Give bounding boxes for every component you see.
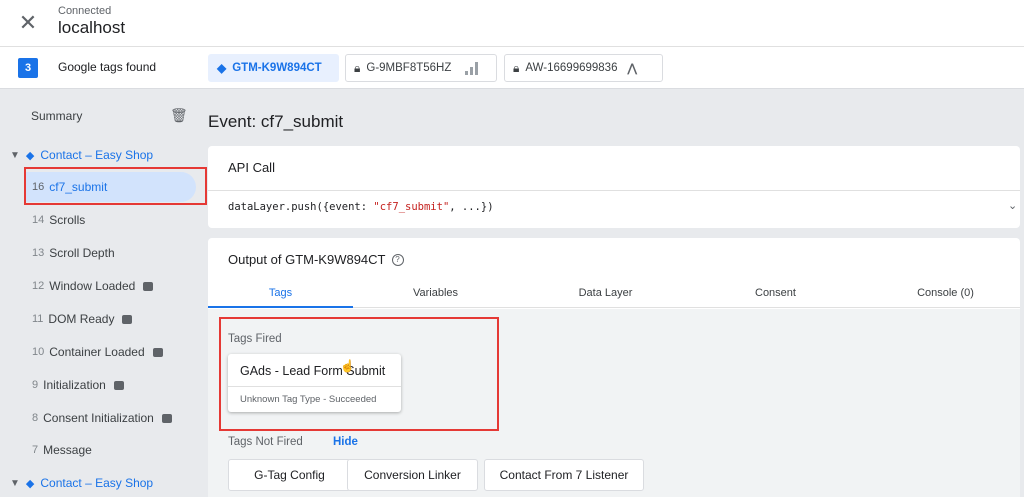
- sidebar-event-window-loaded[interactable]: 12 Window Loaded: [24, 271, 196, 301]
- code-suffix: , ...}): [449, 201, 494, 213]
- sidebar-event-container-loaded[interactable]: 10 Container Loaded: [24, 337, 196, 367]
- chip-label: GTM-K9W894CT: [232, 62, 322, 74]
- group-label: Contact – Easy Shop: [40, 476, 154, 490]
- event-number: 8: [32, 412, 39, 424]
- built-in-event-icon: [152, 347, 163, 357]
- sidebar-summary[interactable]: Summary: [31, 109, 82, 123]
- tags-not-fired-label: Tags Not Fired: [228, 436, 303, 448]
- google-ads-icon: ⋀: [627, 63, 637, 75]
- output-card: Output of GTM-K9W894CT ? Tags Variables …: [208, 238, 1020, 497]
- delete-icon[interactable]: 🗑︎: [170, 107, 188, 124]
- help-icon[interactable]: ?: [391, 253, 404, 266]
- close-icon[interactable]: ✕: [14, 9, 42, 37]
- built-in-event-icon: [122, 314, 133, 324]
- sidebar-event-consent-initialization[interactable]: 8 Consent Initialization: [24, 403, 196, 433]
- code-string: "cf7_submit": [373, 201, 450, 213]
- built-in-event-icon: [161, 413, 172, 423]
- tab-data-layer[interactable]: Data Layer: [553, 287, 658, 299]
- tag-count-badge: 3: [18, 58, 38, 78]
- event-label: Container Loaded: [49, 345, 145, 359]
- tags-fired-label: Tags Fired: [228, 333, 282, 345]
- event-label: Scrolls: [49, 213, 86, 227]
- sidebar: Summary 🗑︎ ▼ ◆ Contact – Easy Shop 16 cf…: [0, 89, 200, 497]
- chevron-down-icon[interactable]: ⌄: [1008, 199, 1017, 212]
- not-fired-tag-cf7-listener[interactable]: Contact From 7 Listener: [484, 459, 644, 491]
- sidebar-event-scrolls[interactable]: 14 Scrolls: [24, 205, 196, 235]
- chip-gtm[interactable]: ◆ GTM-K9W894CT: [208, 54, 339, 82]
- event-label: Consent Initialization: [43, 411, 154, 425]
- sidebar-event-dom-ready[interactable]: 11 DOM Ready: [24, 304, 196, 334]
- chip-ads[interactable]: 🔒︎ AW-16699699836 ⋀: [504, 54, 663, 82]
- sidebar-group-contact-2[interactable]: ▼ ◆ Contact – Easy Shop: [10, 476, 153, 490]
- event-label: Initialization: [43, 378, 106, 392]
- event-label: Window Loaded: [49, 279, 136, 293]
- tab-tags[interactable]: Tags: [208, 287, 353, 299]
- caret-down-icon: ▼: [10, 149, 20, 161]
- connection-status: Connected: [58, 5, 112, 17]
- chip-label: G-9MBF8T56HZ: [366, 62, 452, 74]
- built-in-event-icon: [143, 281, 154, 291]
- sidebar-group-contact[interactable]: ▼ ◆ Contact – Easy Shop: [10, 148, 153, 162]
- hide-link[interactable]: Hide: [333, 436, 358, 448]
- sidebar-event-scroll-depth[interactable]: 13 Scroll Depth: [24, 238, 196, 268]
- chip-label: AW-16699699836: [525, 62, 618, 74]
- gtm-diamond-icon: ◆: [217, 61, 227, 75]
- analytics-bars-icon: [465, 61, 479, 75]
- caret-down-icon: ▼: [10, 477, 20, 489]
- event-label: Message: [43, 443, 92, 457]
- event-number: 16: [32, 181, 45, 193]
- api-call-card: API Call dataLayer.push({event: "cf7_sub…: [208, 146, 1020, 228]
- tag-count-label: Google tags found: [58, 60, 157, 74]
- sidebar-event-message[interactable]: 7 Message: [24, 435, 196, 465]
- event-number: 13: [32, 247, 45, 259]
- api-call-code: dataLayer.push({event: "cf7_submit", ...…: [228, 201, 494, 213]
- not-fired-tag-gtag-config[interactable]: G-Tag Config: [228, 459, 351, 491]
- lock-icon: 🔒︎: [513, 60, 520, 75]
- sidebar-event-initialization[interactable]: 9 Initialization: [24, 370, 196, 400]
- divider: [228, 386, 401, 387]
- sidebar-event-cf7-submit[interactable]: 16 cf7_submit: [24, 172, 196, 202]
- top-bar: ✕ Connected localhost: [0, 0, 1024, 47]
- tab-consent[interactable]: Consent: [723, 287, 828, 299]
- event-label: DOM Ready: [48, 312, 115, 326]
- not-fired-tag-conversion-linker[interactable]: Conversion Linker: [347, 459, 478, 491]
- fired-tag-status: Unknown Tag Type - Succeeded: [240, 394, 377, 405]
- divider: [208, 190, 1020, 191]
- tab-console[interactable]: Console (0): [893, 287, 998, 299]
- page-diamond-icon: ◆: [25, 149, 35, 162]
- built-in-event-icon: [113, 380, 124, 390]
- output-title-text: Output of GTM-K9W894CT: [228, 252, 386, 267]
- fired-tag-name: GAds - Lead Form Submit: [240, 364, 386, 378]
- chip-ga4[interactable]: 🔒︎ G-9MBF8T56HZ: [345, 54, 497, 82]
- code-prefix: dataLayer.push({event:: [228, 201, 374, 213]
- api-call-label: API Call: [228, 160, 275, 175]
- tags-bar: 3 Google tags found ◆ GTM-K9W894CT 🔒︎ G-…: [0, 47, 1024, 89]
- page-diamond-icon: ◆: [25, 477, 35, 490]
- page-title: Event: cf7_submit: [208, 112, 344, 131]
- lock-icon: 🔒︎: [354, 60, 361, 75]
- event-number: 11: [32, 313, 44, 325]
- connected-host: localhost: [58, 18, 126, 37]
- event-label: cf7_submit: [49, 180, 108, 194]
- output-title: Output of GTM-K9W894CT ?: [228, 252, 404, 267]
- group-label: Contact – Easy Shop: [40, 148, 154, 162]
- tab-variables[interactable]: Variables: [383, 287, 488, 299]
- output-tabs: Tags Variables Data Layer Consent Consol…: [208, 282, 1020, 308]
- event-number: 14: [32, 214, 45, 226]
- event-number: 9: [32, 379, 39, 391]
- event-number: 7: [32, 444, 39, 456]
- event-label: Scroll Depth: [49, 246, 115, 260]
- event-number: 10: [32, 346, 45, 358]
- event-number: 12: [32, 280, 45, 292]
- fired-tag-card[interactable]: GAds - Lead Form Submit Unknown Tag Type…: [228, 354, 401, 412]
- active-tab-indicator: [208, 306, 353, 308]
- tags-panel: Tags Fired GAds - Lead Form Submit Unkno…: [208, 309, 1020, 497]
